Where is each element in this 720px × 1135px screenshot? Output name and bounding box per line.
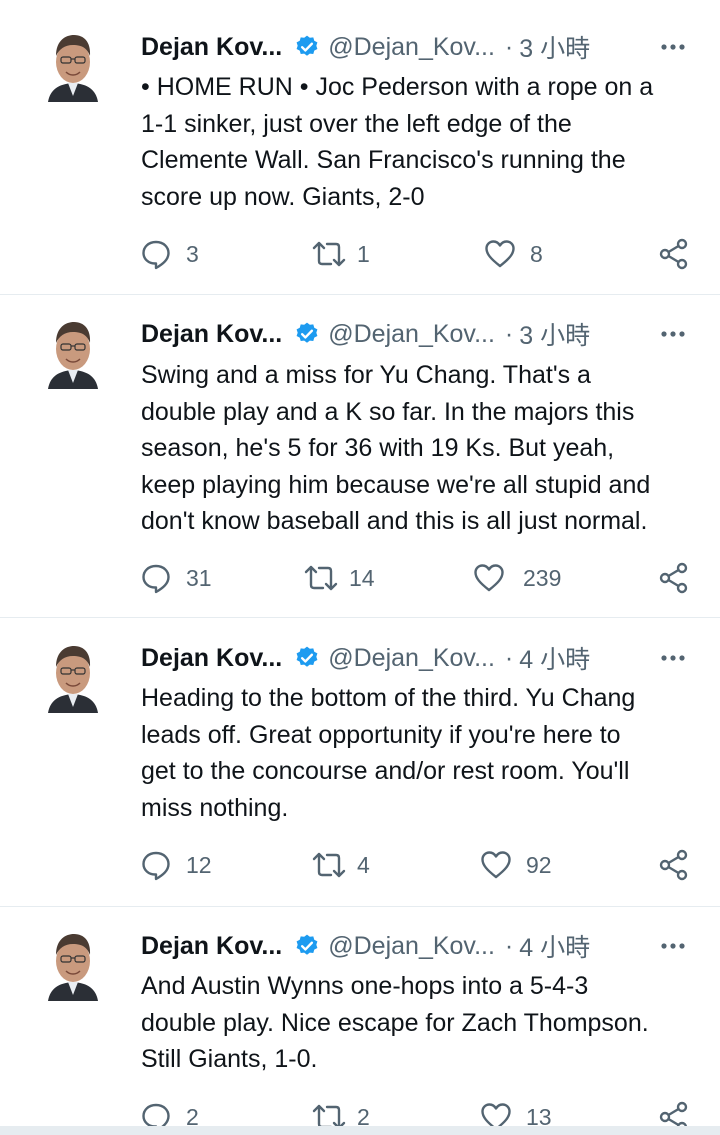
author-name[interactable]: Dejan Kov... [141,644,282,673]
timestamp[interactable]: 4 小時 [519,928,590,964]
verified-badge-icon [296,322,318,343]
reply-count: 3 [186,240,199,267]
reply-button[interactable]: 3 [140,236,199,272]
more-options-icon[interactable] [657,32,689,62]
retweet-count: 1 [357,240,370,267]
reply-icon [142,851,170,881]
author-name[interactable]: Dejan Kov... [141,33,282,62]
tweet-header: Dejan Kov... @Dejan_Kov... · 4 小時 [141,641,701,675]
tweet-actions: 31 14 239 [0,560,720,596]
tweet-text: And Austin Wynns one-hops into a 5-4-3 d… [141,972,649,1073]
share-icon [659,562,688,594]
like-count: 8 [530,240,543,267]
author-name[interactable]: Dejan Kov... [141,320,282,349]
reply-icon [142,240,170,270]
tweet-divider [0,617,720,618]
author-handle[interactable]: @Dejan_Kov... [328,644,495,673]
heart-icon [485,240,515,268]
separator-dot: · [504,931,514,960]
verified-badge-icon [296,934,318,955]
avatar[interactable] [44,641,102,713]
timestamp[interactable]: 4 小時 [519,640,590,676]
like-button[interactable]: 8 [484,236,543,272]
tweet-divider [0,906,720,907]
tweet-header: Dejan Kov... @Dejan_Kov... · 4 小時 [141,929,701,963]
share-button[interactable] [658,236,690,272]
author-handle[interactable]: @Dejan_Kov... [328,932,495,961]
reply-count: 31 [186,564,212,591]
share-button[interactable] [658,847,690,883]
tweet-actions: 3 1 8 [0,236,720,272]
tweet-divider [0,294,720,295]
bottom-edge [0,1126,720,1135]
tweet-header: Dejan Kov... @Dejan_Kov... · 3 小時 [141,30,701,64]
tweet-text: Swing and a miss for Yu Chang. That's a … [141,361,651,535]
reply-button[interactable]: 12 [140,847,212,883]
verified-badge-icon [296,35,318,56]
separator-dot: · [504,643,514,672]
retweet-button[interactable]: 14 [303,560,375,596]
like-button[interactable]: 92 [480,847,552,883]
more-options-icon[interactable] [657,319,689,349]
more-options-icon[interactable] [657,931,689,961]
timestamp[interactable]: 3 小時 [519,29,590,65]
tweet-header: Dejan Kov... @Dejan_Kov... · 3 小時 [141,317,701,351]
retweet-button[interactable]: 1 [311,236,370,272]
reply-icon [142,564,170,594]
timestamp[interactable]: 3 小時 [519,316,590,352]
author-handle[interactable]: @Dejan_Kov... [328,320,495,349]
like-button[interactable]: 239 [473,560,561,596]
heart-icon [481,851,511,879]
separator-dot: · [504,319,514,348]
like-count: 239 [523,564,562,591]
share-icon [659,238,688,270]
author-name[interactable]: Dejan Kov... [141,932,282,961]
avatar[interactable] [44,929,102,1001]
heart-icon [474,564,504,592]
share-icon [659,849,688,881]
tweet-actions: 12 4 92 [0,847,720,883]
retweet-count: 14 [349,564,375,591]
reply-count: 12 [186,851,212,878]
retweet-button[interactable]: 4 [311,847,370,883]
avatar[interactable] [44,30,102,102]
tweet-text: Heading to the bottom of the third. Yu C… [141,684,636,822]
tweet-text: • HOME RUN • Joc Pederson with a rope on… [141,73,654,211]
separator-dot: · [504,32,514,61]
verified-badge-icon [296,646,318,667]
retweet-count: 4 [357,851,370,878]
more-options-icon[interactable] [657,643,689,673]
avatar[interactable] [44,317,102,389]
like-count: 92 [526,851,552,878]
reply-button[interactable]: 31 [140,560,212,596]
retweet-icon [312,241,346,267]
author-handle[interactable]: @Dejan_Kov... [328,33,495,62]
retweet-icon [312,852,346,878]
retweet-icon [304,565,338,591]
share-button[interactable] [658,560,690,596]
